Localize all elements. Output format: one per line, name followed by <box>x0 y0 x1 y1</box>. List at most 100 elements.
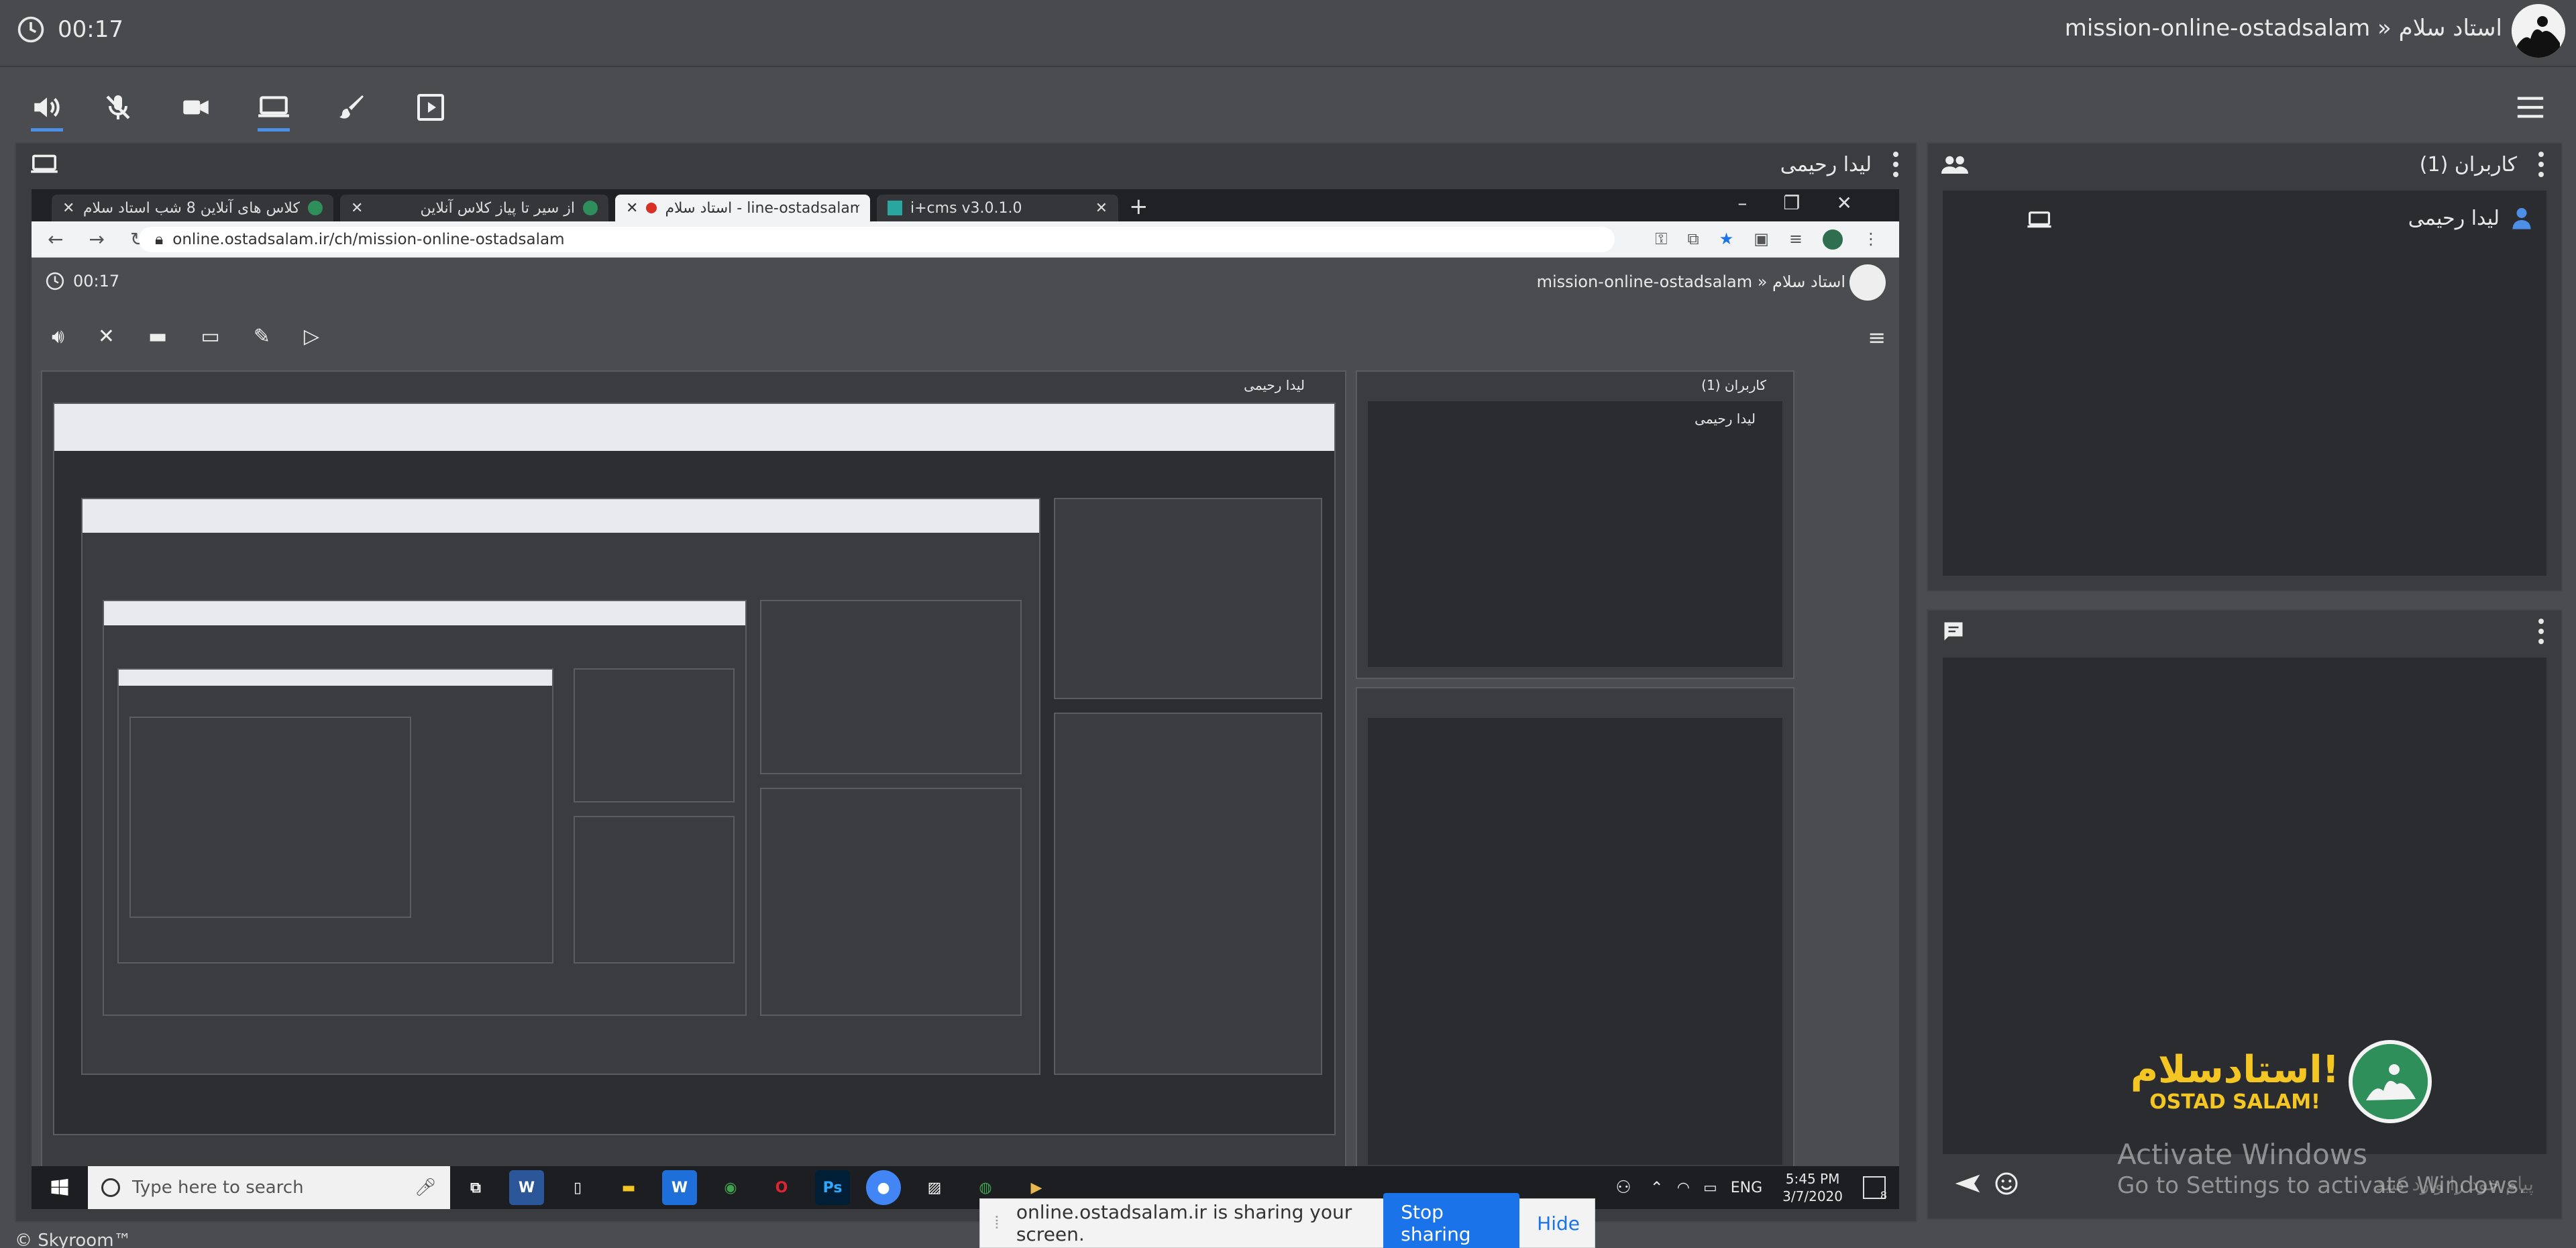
stop-sharing-button[interactable]: Stop sharing <box>1383 1193 1520 1248</box>
window-controls: – ❐ ✕ <box>1737 192 1852 214</box>
nested-brand-avatar <box>1849 264 1886 301</box>
tab-close-icon[interactable]: ✕ <box>626 200 638 217</box>
tab-close-icon[interactable]: ✕ <box>62 200 74 217</box>
screen-sharing-notification-bar: ⦙ online.ostadsalam.ir is sharing your s… <box>979 1193 1595 1248</box>
presenter-name: لیدا رحیمی <box>1780 152 1872 176</box>
url-field[interactable]: 🔒︎ online.ostadsalam.ir/ch/mission-onlin… <box>139 227 1615 252</box>
browser-address-bar: ← → ↻ 🔒︎ online.ostadsalam.ir/ch/mission… <box>32 221 1899 258</box>
users-panel-header: کاربران (1) <box>1928 144 2561 185</box>
favicon-icon <box>308 201 323 215</box>
language-indicator[interactable]: ENG <box>1731 1180 1762 1196</box>
presentation-icon[interactable] <box>411 87 451 127</box>
favicon-icon <box>583 201 598 215</box>
logo-text-fa: استادسلام! <box>2131 1047 2340 1092</box>
new-tab-icon[interactable]: + <box>1129 193 1148 220</box>
translate-icon[interactable]: ⧉ <box>1688 229 1699 250</box>
emoji-icon[interactable] <box>1994 1172 2019 1196</box>
chrome-icon[interactable]: ● <box>866 1170 901 1205</box>
send-icon[interactable] <box>1954 1172 1981 1195</box>
nested-screen-panel: لیدا رحیمی <box>41 370 1346 1177</box>
screen-icon <box>30 152 59 176</box>
presentation-icon: ▷ <box>303 325 319 348</box>
room-title: استاد سلام « mission-online-ostadsalam <box>2064 15 2502 42</box>
nested-screen-level-4 <box>103 600 747 1016</box>
notification-icon[interactable]: 8 <box>1863 1176 1887 1202</box>
nested-chat-level-5 <box>574 816 735 964</box>
search-circle-icon <box>101 1178 120 1197</box>
nav-buttons: ← → ↻ <box>48 228 146 250</box>
nested-user-name: لیدا رحیمی <box>1695 411 1756 427</box>
nested-timer: 00:17 <box>45 271 119 291</box>
minimize-icon[interactable]: – <box>1737 192 1747 214</box>
toolbar <box>0 67 2576 141</box>
nested-users-level-5 <box>574 668 735 802</box>
media-icon[interactable]: ≡ <box>1789 229 1803 250</box>
chat-panel: استادسلام! OSTAD SALAM! <box>1927 609 2563 1220</box>
hamburger-menu-icon[interactable] <box>2510 87 2551 127</box>
app-green-icon[interactable]: ◉ <box>713 1170 748 1205</box>
ostad-salam-logo: استادسلام! OSTAD SALAM! <box>2131 1040 2432 1123</box>
nested-screen-level-2 <box>53 403 1336 1135</box>
photoshop-icon[interactable]: Ps <box>815 1170 850 1205</box>
browser-tab[interactable]: i+cms v3.0.1.0 ✕ <box>877 195 1118 221</box>
nested-room-title: استاد سلام « mission-online-ostadsalam <box>1536 272 1845 291</box>
browser-menu-icon[interactable]: ⋮ <box>1863 229 1879 250</box>
nested-users-level-3 <box>1054 498 1322 699</box>
close-window-icon[interactable]: ✕ <box>1837 192 1852 214</box>
battery-icon[interactable]: ▭ <box>1703 1180 1717 1196</box>
key-icon[interactable]: ⚿ <box>1655 229 1667 250</box>
activate-windows-watermark: Activate Windows Go to Settings to activ… <box>2117 1138 2526 1199</box>
nested-chat-panel <box>1356 687 1794 1177</box>
browser-tab[interactable]: ✕ کلاس های آنلاین 8 شب استاد سلام <box>52 195 333 221</box>
browser-tab-active[interactable]: ✕ استاد سلام - line-ostadsalam <box>615 195 870 221</box>
nested-presenter-name: لیدا رحیمی <box>1244 377 1305 393</box>
taskbar-clock[interactable]: 5:45 PM 3/7/2020 <box>1782 1170 1843 1205</box>
hide-button[interactable]: Hide <box>1537 1212 1580 1235</box>
timer-text: 00:17 <box>58 16 123 43</box>
user-row[interactable]: لیدا رحیمی <box>1943 201 2546 239</box>
star-icon[interactable]: ★ <box>1719 229 1734 250</box>
file-icon[interactable]: ▯ <box>560 1170 595 1205</box>
nested-users-panel: کاربران (1) لیدا رحیمی <box>1356 370 1794 679</box>
task-view-icon[interactable]: ⧉ <box>458 1170 493 1205</box>
forward-icon[interactable]: → <box>89 228 104 250</box>
folder-icon[interactable]: ▬ <box>611 1170 646 1205</box>
extension-icon[interactable]: ▣ <box>1754 229 1769 250</box>
opera-icon[interactable]: O <box>764 1170 799 1205</box>
screen-panel-header: لیدا رحیمی <box>16 144 1916 185</box>
screen-share-icon[interactable] <box>254 87 294 132</box>
tab-close-icon[interactable]: ✕ <box>351 200 363 217</box>
restore-icon[interactable]: ❐ <box>1783 192 1800 214</box>
word-icon[interactable]: W <box>509 1170 544 1205</box>
clock-icon <box>45 271 65 291</box>
microphone-icon[interactable]: 🎤︎ <box>415 1178 437 1198</box>
camera-icon: ▬ <box>148 325 168 348</box>
mic-muted-icon[interactable] <box>98 87 138 127</box>
nested-hamburger-icon: ≡ <box>1868 325 1886 350</box>
profile-icon[interactable] <box>1823 229 1843 250</box>
back-icon[interactable]: ← <box>48 228 63 250</box>
tray-up-icon[interactable]: ⌃ <box>1650 1178 1664 1197</box>
wps-icon[interactable]: W <box>662 1170 697 1205</box>
logo-text-en: OSTAD SALAM! <box>2149 1090 2320 1114</box>
browser-tab[interactable]: ✕ از سیر تا پیاز کلاس آنلاین <box>340 195 608 221</box>
taskbar-search-box[interactable]: Type here to search 🎤︎ <box>88 1166 450 1209</box>
brush-icon[interactable] <box>331 87 372 127</box>
camera-icon[interactable] <box>176 87 216 127</box>
speaker-icon[interactable] <box>27 87 67 132</box>
photos-icon[interactable]: ▨ <box>917 1170 952 1205</box>
users-icon <box>1941 154 1968 174</box>
drag-handle-icon[interactable]: ⦙ <box>995 1213 999 1234</box>
tab-close-icon[interactable]: ✕ <box>1095 200 1108 217</box>
top-bar: 00:17 استاد سلام « mission-online-ostads… <box>0 0 2576 67</box>
recording-dot-icon <box>646 203 657 213</box>
favicon-icon <box>888 201 902 215</box>
clock-icon <box>16 15 46 44</box>
users-panel-menu-icon[interactable] <box>2534 150 2548 179</box>
screen-panel-menu-icon[interactable] <box>1889 150 1902 179</box>
windows-start-icon[interactable] <box>40 1170 80 1205</box>
browser-extensions: ⚿ ⧉ ★ ▣ ≡ ⋮ <box>1655 229 1879 250</box>
wifi-icon[interactable]: ◠ <box>1677 1180 1690 1196</box>
chat-panel-menu-icon[interactable] <box>2534 617 2548 646</box>
people-icon[interactable]: ⚇ <box>1615 1178 1631 1198</box>
